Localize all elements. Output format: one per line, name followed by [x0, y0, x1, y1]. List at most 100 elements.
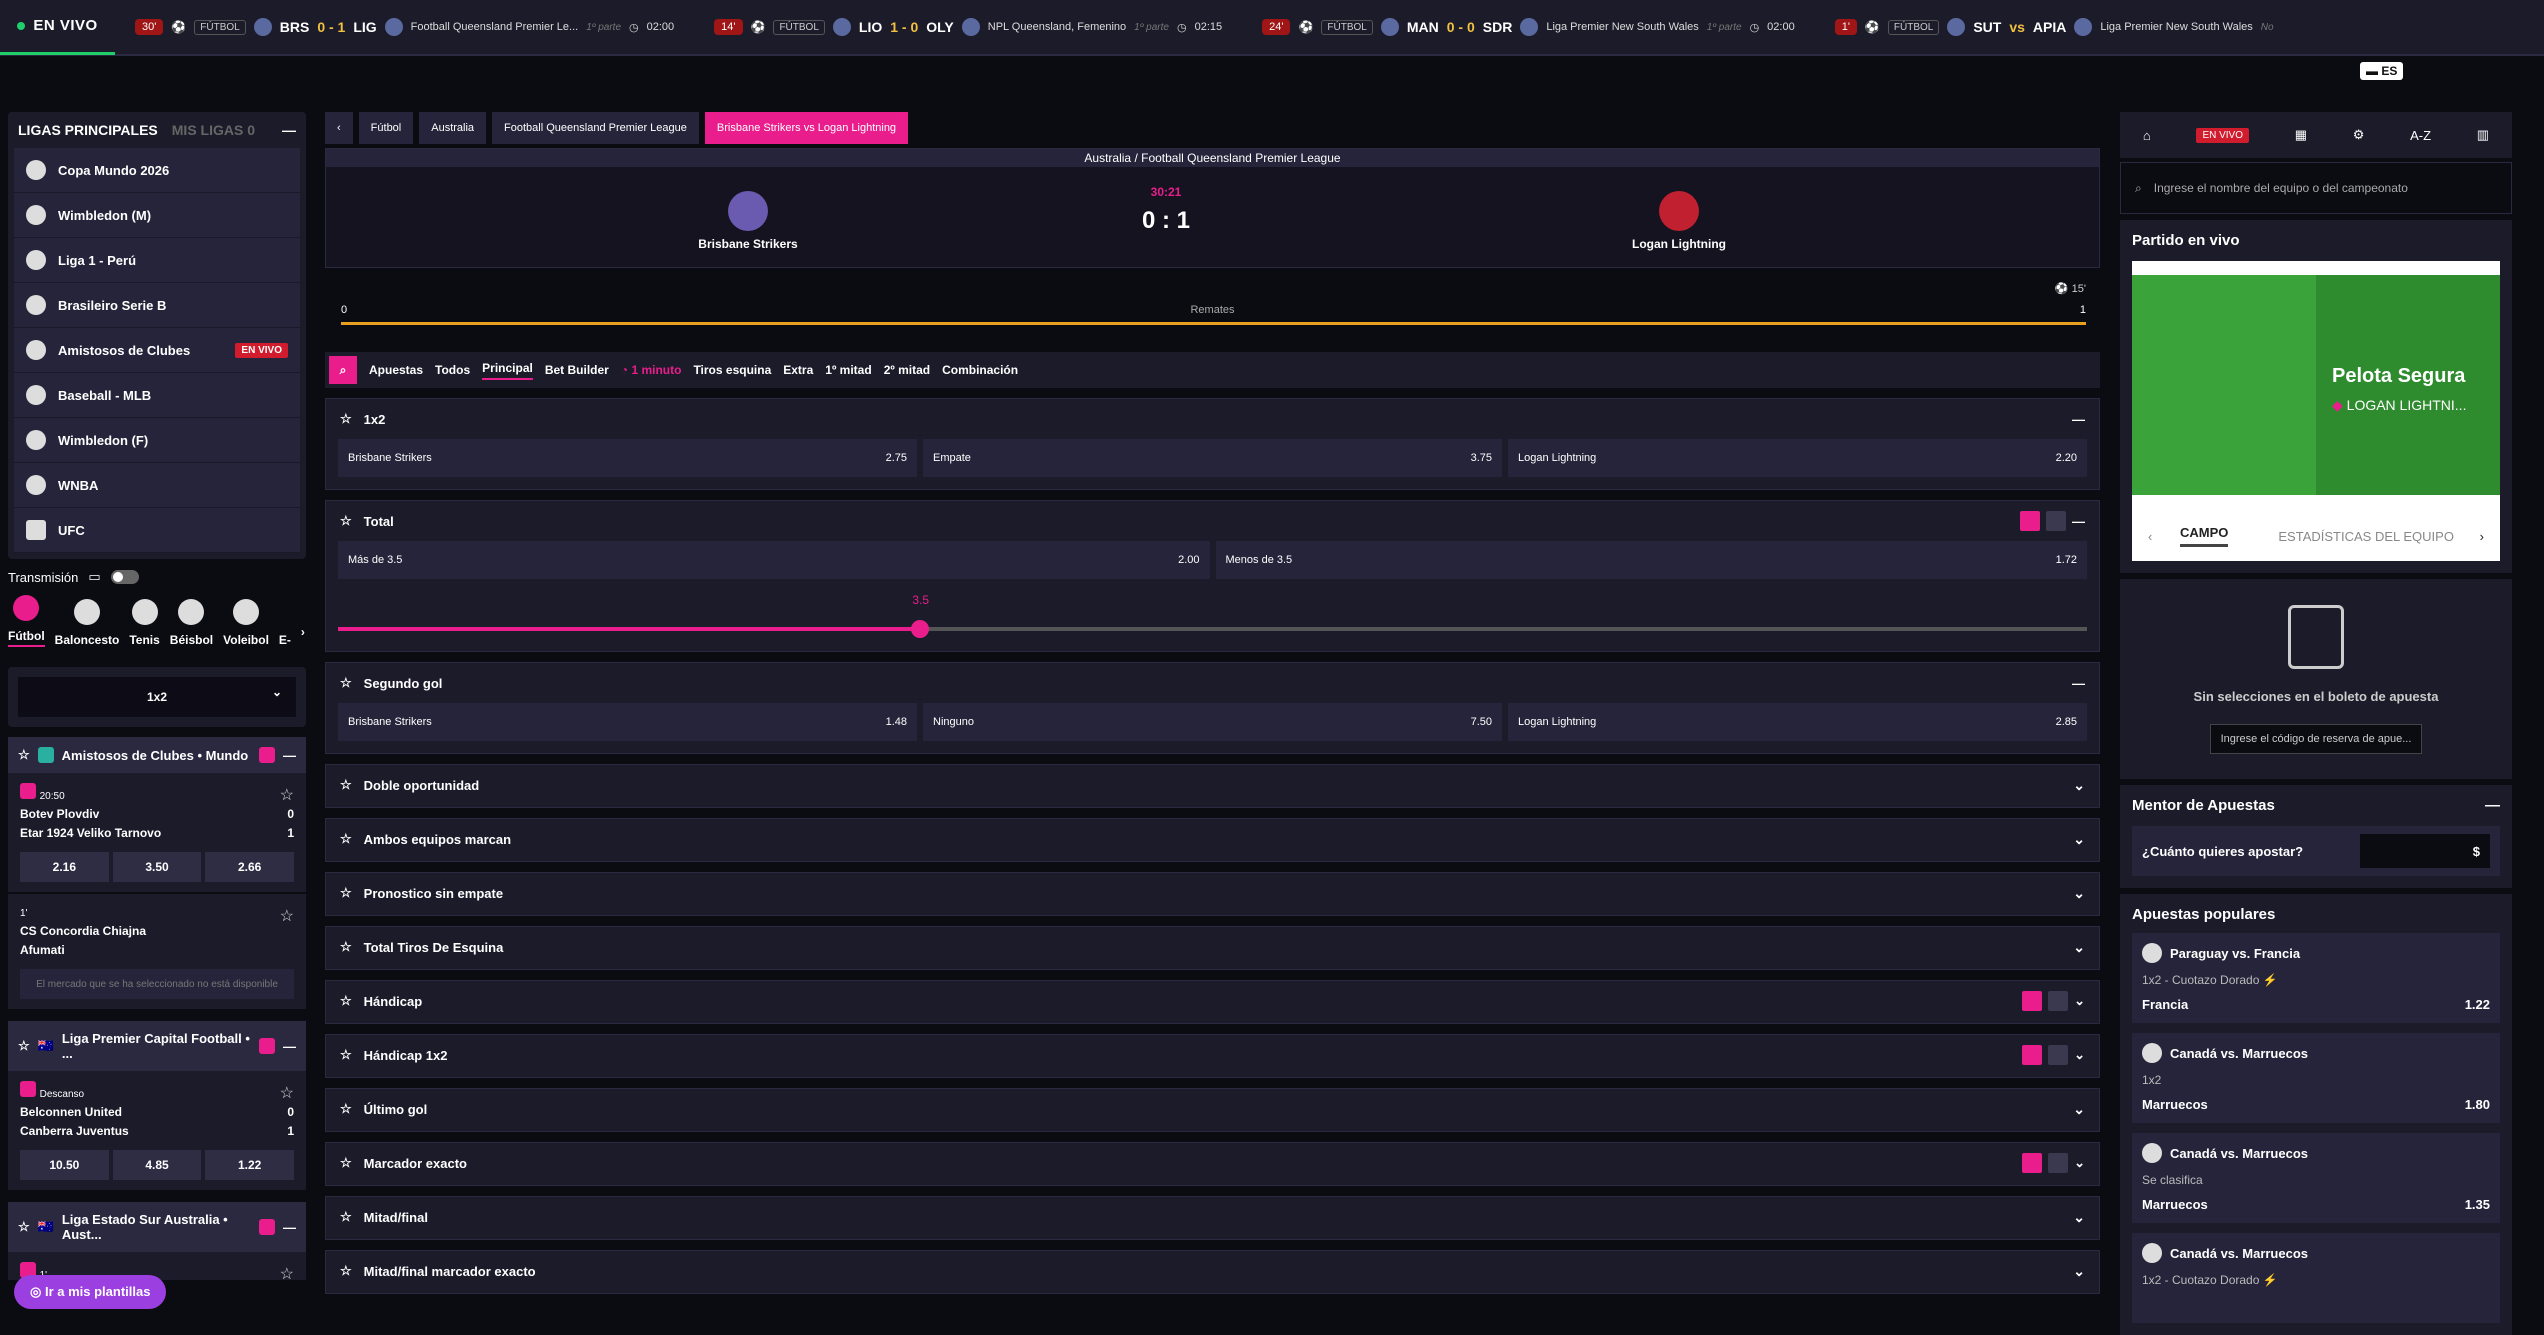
star-icon[interactable]: ☆ — [340, 1155, 352, 1171]
market-collapsed[interactable]: ☆ Mitad/final ⌄ — [325, 1196, 2100, 1240]
star-icon[interactable]: ☆ — [280, 906, 294, 926]
chevron-down-icon[interactable]: ⌄ — [2073, 885, 2085, 902]
chevron-down-icon[interactable]: ⌄ — [2073, 1263, 2085, 1280]
chevron-right-icon[interactable]: › — [2480, 529, 2484, 544]
odd-button[interactable]: Logan Lightning 2.20 — [1508, 439, 2087, 477]
breadcrumb-item[interactable]: Fútbol — [358, 112, 414, 144]
gear-icon[interactable]: ⚙ — [2353, 127, 2365, 143]
ticker-match[interactable]: 1' ⚽ FÚTBOL SUT vs APIA Liga Premier New… — [1815, 0, 2294, 55]
back-button[interactable]: ‹ — [325, 112, 353, 144]
tab-extra[interactable]: Extra — [783, 363, 813, 377]
chevron-down-icon[interactable]: ⌄ — [2074, 1155, 2085, 1171]
list-view-icon[interactable] — [2048, 991, 2069, 1011]
odd-button[interactable]: 4.85 — [112, 1150, 202, 1180]
tab-bet-builder[interactable]: Bet Builder — [545, 363, 609, 377]
chevron-down-icon[interactable]: ⌄ — [2074, 1047, 2085, 1063]
star-icon[interactable]: ☆ — [280, 1264, 294, 1284]
star-icon[interactable]: ☆ — [280, 785, 294, 805]
chevron-down-icon[interactable]: ⌄ — [2073, 831, 2085, 848]
market-collapsed[interactable]: ☆ Mitad/final marcador exacto ⌄ — [325, 1250, 2100, 1294]
chevron-down-icon[interactable]: ⌄ — [2073, 939, 2085, 956]
market-collapsed[interactable]: ☆ Total Tiros De Esquina ⌄ — [325, 926, 2100, 970]
tab-1-minuto[interactable]: ◔ 1 minuto — [621, 363, 682, 377]
popular-bet-item[interactable]: Canadá vs. Marruecos 1x2 - Cuotazo Dorad… — [2132, 1233, 2500, 1323]
market-collapsed[interactable]: ☆ Pronostico sin empate ⌄ — [325, 872, 2100, 916]
transmission-toggle[interactable] — [110, 570, 139, 584]
search-markets-button[interactable]: ⌕ — [329, 356, 357, 384]
star-icon[interactable]: ☆ — [340, 513, 352, 529]
odd-button[interactable]: Ninguno 7.50 — [923, 703, 1502, 741]
search-input[interactable]: ⌕ Ingrese el nombre del equipo o del camp… — [2120, 162, 2512, 214]
odd-button[interactable]: 2.66 — [205, 852, 295, 882]
event-group-header[interactable]: ☆ 🇦🇺 Liga Estado Sur Australia • Aust... — — [8, 1202, 306, 1252]
star-icon[interactable]: ☆ — [340, 1263, 352, 1279]
sport-tab-futbol[interactable]: Fútbol — [8, 595, 45, 647]
market-collapsed[interactable]: ☆ Doble oportunidad ⌄ — [325, 764, 2100, 808]
grid-view-icon[interactable] — [2022, 991, 2043, 1011]
chevron-right-icon[interactable]: › — [301, 625, 305, 639]
stake-input[interactable]: $ — [2360, 834, 2490, 868]
collapse-icon[interactable]: — — [2072, 676, 2085, 691]
ticker-match[interactable]: 14' ⚽ FÚTBOL LIO 1 - 0 OLY NPL Queenslan… — [694, 0, 1242, 55]
star-icon[interactable]: ☆ — [340, 885, 352, 901]
chevron-down-icon[interactable]: ⌄ — [2074, 993, 2085, 1009]
tab-1-mitad[interactable]: 1º mitad — [825, 363, 871, 377]
collapse-icon[interactable]: — — [283, 748, 296, 763]
collapse-icon[interactable]: — — [2072, 514, 2085, 529]
league-item[interactable]: Amistosos de Clubes EN VIVO — [14, 328, 300, 373]
stats-icon[interactable] — [259, 1219, 275, 1235]
stats-icon[interactable] — [259, 747, 275, 763]
event-card[interactable]: 1' ☆ CS Concordia Chiajna Afumati El mer… — [8, 894, 306, 1011]
league-item[interactable]: Copa Mundo 2026 — [14, 148, 300, 193]
event-group-header[interactable]: ☆ Amistosos de Clubes • Mundo — — [8, 737, 306, 773]
stats-icon[interactable] — [259, 1038, 275, 1054]
league-item[interactable]: UFC — [14, 508, 300, 553]
star-icon[interactable]: ☆ — [18, 1219, 30, 1235]
market-collapsed[interactable]: ☆ Hándicap ⌄ — [325, 980, 2100, 1024]
popular-bet-item[interactable]: Paraguay vs. Francia 1x2 - Cuotazo Dorad… — [2132, 933, 2500, 1023]
my-templates-button[interactable]: ◎ Ir a mis plantillas — [14, 1275, 167, 1309]
popular-bet-item[interactable]: Canadá vs. Marruecos 1x2 Marruecos 1.80 — [2132, 1033, 2500, 1123]
odd-button[interactable]: 3.50 — [112, 852, 202, 882]
star-icon[interactable]: ☆ — [340, 411, 352, 427]
collapse-icon[interactable]: — — [2072, 412, 2085, 427]
market-collapsed[interactable]: ☆ Último gol ⌄ — [325, 1088, 2100, 1132]
sport-tab-baloncesto[interactable]: Baloncesto — [55, 599, 119, 647]
az-button[interactable]: A-Z — [2410, 128, 2431, 143]
stats-icon[interactable]: ▥ — [2477, 127, 2489, 143]
star-icon[interactable]: ☆ — [340, 1209, 352, 1225]
sport-tab-beisbol[interactable]: Béisbol — [170, 599, 213, 647]
odd-button[interactable]: Menos de 3.5 1.72 — [1215, 541, 2087, 579]
star-icon[interactable]: ☆ — [340, 675, 352, 691]
star-icon[interactable]: ☆ — [340, 1101, 352, 1117]
home-icon[interactable]: ⌂ — [2143, 128, 2151, 143]
star-icon[interactable]: ☆ — [340, 831, 352, 847]
breadcrumb-item[interactable]: Football Queensland Premier League — [492, 112, 699, 144]
breadcrumb-item-current[interactable]: Brisbane Strikers vs Logan Lightning — [704, 112, 909, 144]
odd-button[interactable]: 10.50 — [20, 1150, 109, 1180]
odd-button[interactable]: 2.16 — [20, 852, 109, 882]
market-collapsed[interactable]: ☆ Marcador exacto ⌄ — [325, 1142, 2100, 1186]
bet-mentor-header[interactable]: Mentor de Apuestas — — [2132, 797, 2500, 814]
calendar-icon[interactable]: ▦ — [2295, 127, 2307, 143]
odd-button[interactable]: Más de 3.5 2.00 — [338, 541, 1210, 579]
odd-button[interactable]: Empate 3.75 — [923, 439, 1502, 477]
live-button[interactable]: EN VIVO — [2196, 127, 2250, 143]
star-icon[interactable]: ☆ — [280, 1083, 294, 1103]
collapse-icon[interactable]: — — [2485, 797, 2500, 814]
sport-tab-esports[interactable]: E- — [279, 633, 291, 647]
live-tab[interactable]: EN VIVO — [0, 0, 115, 55]
popular-bet-item[interactable]: Canadá vs. Marruecos Se clasifica Marrue… — [2132, 1133, 2500, 1223]
star-icon[interactable]: ☆ — [18, 747, 30, 763]
event-card[interactable]: 20:50 ☆ Botev Plovdiv 0 Etar 1924 Veliko … — [8, 773, 306, 894]
star-icon[interactable]: ☆ — [340, 1047, 352, 1063]
list-view-icon[interactable] — [2048, 1045, 2069, 1065]
market-header[interactable]: ☆ 1x2— — [326, 399, 2099, 439]
chevron-down-icon[interactable]: ⌄ — [2073, 1209, 2085, 1226]
market-collapsed[interactable]: ☆ Hándicap 1x2 ⌄ — [325, 1034, 2100, 1078]
tab-my-leagues[interactable]: MIS LIGAS 0 — [172, 122, 255, 138]
tab-principal[interactable]: Principal — [482, 361, 533, 380]
star-icon[interactable]: ☆ — [340, 993, 352, 1009]
breadcrumb-item[interactable]: Australia — [419, 112, 487, 144]
tab-tiros-esquina[interactable]: Tiros esquina — [693, 363, 771, 377]
